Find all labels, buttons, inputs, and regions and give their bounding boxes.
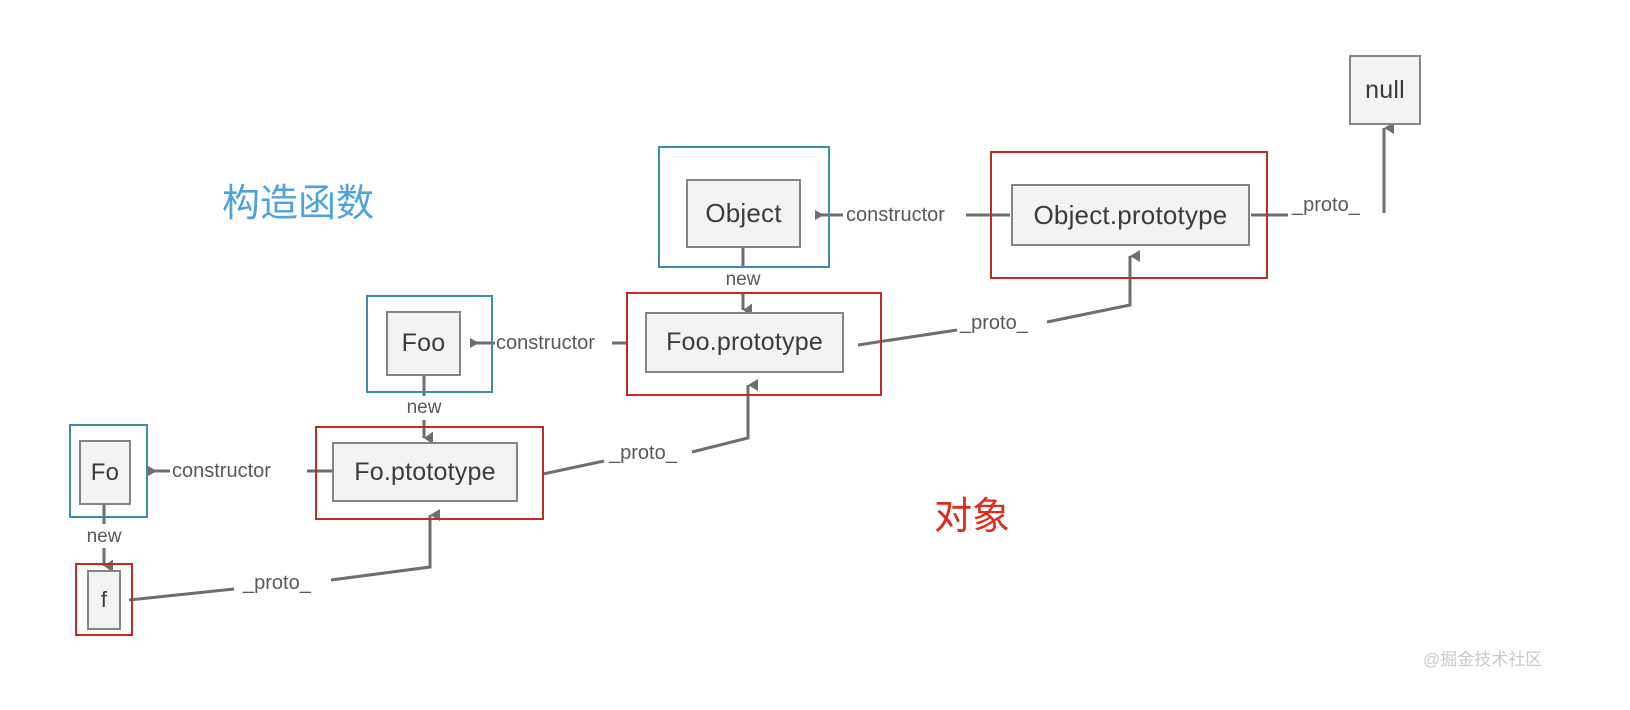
node-object-prototype: Object.prototype bbox=[1011, 184, 1250, 246]
edge-label-new-object: new bbox=[725, 269, 761, 290]
edge-proto-foproto-seg2 bbox=[330, 509, 440, 582]
node-foo: Foo bbox=[386, 311, 461, 376]
node-foo-label: Foo bbox=[401, 329, 446, 357]
edge-label-proto-fo-prototype: _proto_ bbox=[243, 572, 311, 594]
edge-label-proto-null: _proto_ bbox=[1292, 194, 1360, 216]
edge-proto-foproto-seg1 bbox=[128, 587, 235, 602]
prototype-chain-diagram: null Object Object.prototype Foo Foo.pro… bbox=[0, 0, 1630, 710]
edge-proto-fooproto-seg1 bbox=[542, 459, 605, 476]
node-f: f bbox=[87, 570, 121, 630]
node-foo-prototype-label: Foo.prototype bbox=[666, 328, 823, 356]
node-fo-prototype-label: Fo.ptototype bbox=[354, 457, 496, 486]
node-foo-prototype: Foo.prototype bbox=[645, 312, 844, 373]
node-object-label: Object bbox=[705, 198, 782, 228]
node-object-prototype-label: Object.prototype bbox=[1033, 199, 1228, 230]
node-fo-label: Fo bbox=[90, 458, 120, 486]
edge-label-constructor-object: constructor bbox=[846, 204, 945, 226]
legend-constructor-functions: 构造函数 bbox=[222, 183, 375, 225]
legend-objects: 对象 bbox=[934, 496, 1011, 538]
edge-label-proto-object-prototype: _proto_ bbox=[960, 312, 1028, 334]
node-fo: Fo bbox=[79, 440, 131, 505]
edge-label-new-fo: new bbox=[86, 526, 122, 547]
edge-label-constructor-foo: constructor bbox=[496, 332, 595, 354]
node-null: null bbox=[1349, 55, 1421, 125]
node-object: Object bbox=[686, 179, 801, 248]
watermark: @掘金技术社区 bbox=[1423, 650, 1543, 669]
node-null-label: null bbox=[1365, 75, 1405, 104]
node-fo-prototype: Fo.ptototype bbox=[332, 442, 518, 502]
node-f-label: f bbox=[100, 587, 108, 612]
edge-label-constructor-fo: constructor bbox=[172, 460, 271, 482]
edge-label-new-foo: new bbox=[406, 397, 442, 418]
edge-label-proto-foo-prototype: _proto_ bbox=[609, 442, 677, 464]
